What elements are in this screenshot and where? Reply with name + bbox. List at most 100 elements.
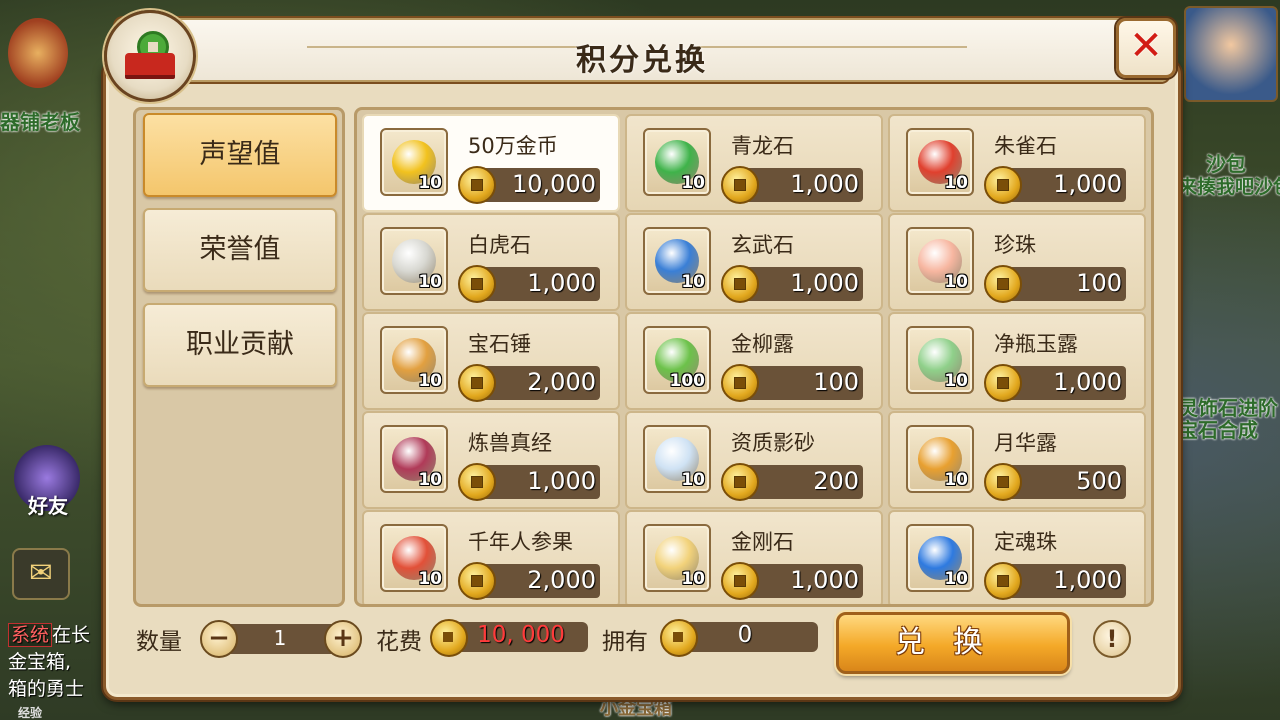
item-card[interactable]: 10 宝石锤 2,000: [362, 312, 620, 410]
player-avatar[interactable]: [1184, 6, 1278, 102]
item-quantity: 10: [418, 569, 442, 589]
chat-icon[interactable]: ✉: [12, 548, 70, 600]
item-name: 50万金币: [468, 134, 558, 158]
coin-icon: [984, 166, 1022, 204]
info-button[interactable]: !: [1093, 620, 1131, 658]
item-card[interactable]: 10 炼兽真经 1,000: [362, 411, 620, 509]
item-icon-frame: 10: [643, 227, 711, 295]
coin-icon: [984, 364, 1022, 402]
item-card[interactable]: 10 50万金币 10,000: [362, 114, 620, 212]
quantity-minus-button[interactable]: −: [200, 620, 238, 658]
exchange-button[interactable]: 兑换: [836, 612, 1070, 674]
chat-log: 系统 在长 金宝箱, 箱的勇士: [8, 622, 90, 703]
tab-honor[interactable]: 荣誉值: [143, 208, 337, 292]
cost-value: 10, 000: [477, 622, 565, 648]
item-quantity: 10: [944, 371, 968, 391]
item-card[interactable]: 10 定魂珠 1,000: [888, 510, 1146, 604]
item-quantity: 10: [418, 272, 442, 292]
coin-icon: [721, 364, 759, 402]
item-card[interactable]: 10 金刚石 1,000: [625, 510, 883, 604]
chat-text-2: 金宝箱,: [8, 651, 72, 673]
item-quantity: 10: [418, 470, 442, 490]
owned-coin-icon: [660, 619, 698, 657]
item-card[interactable]: 10 朱雀石 1,000: [888, 114, 1146, 212]
item-card[interactable]: 10 资质影砂 200: [625, 411, 883, 509]
item-price: 500: [1076, 467, 1122, 495]
item-price: 1,000: [527, 467, 596, 495]
panel-title: 积分兑换: [576, 43, 708, 78]
npc-shopkeeper-avatar[interactable]: [8, 18, 68, 88]
coin-icon: [984, 265, 1022, 303]
item-price: 1,000: [1053, 566, 1122, 594]
item-icon-frame: 100: [643, 326, 711, 394]
coin-icon: [984, 562, 1022, 600]
npc-shopkeeper-label: 器铺老板: [0, 110, 80, 134]
item-card[interactable]: 10 珍珠 100: [888, 213, 1146, 311]
item-grid[interactable]: 10 50万金币 10,000 10 青龙石 1,000 10 朱雀石 1,000 10 白虎石 1,…: [354, 107, 1154, 607]
item-quantity: 10: [681, 173, 705, 193]
coin-icon: [721, 562, 759, 600]
category-sidebar: 声望值 荣誉值 职业贡献: [133, 107, 345, 607]
item-card[interactable]: 10 白虎石 1,000: [362, 213, 620, 311]
item-price: 2,000: [527, 566, 596, 594]
item-icon-frame: 10: [643, 425, 711, 493]
item-icon-frame: 10: [906, 425, 974, 493]
item-card[interactable]: 100 金柳露 100: [625, 312, 883, 410]
npc-sandbag-subtitle: 来揍我吧沙包: [1178, 176, 1280, 198]
item-card[interactable]: 10 月华露 500: [888, 411, 1146, 509]
item-price: 1,000: [527, 269, 596, 297]
item-quantity: 10: [681, 272, 705, 292]
shop-emblem-icon: [104, 10, 196, 102]
item-price: 200: [813, 467, 859, 495]
coin-icon: [458, 463, 496, 501]
coin-icon: [721, 265, 759, 303]
item-quantity: 10: [944, 272, 968, 292]
hint-gem-synthesis[interactable]: 宝石合成: [1178, 414, 1258, 443]
item-name: 千年人参果: [468, 530, 573, 554]
coin-icon: [458, 364, 496, 402]
item-price: 1,000: [1053, 170, 1122, 198]
item-icon-frame: 10: [380, 227, 448, 295]
item-card[interactable]: 10 净瓶玉露 1,000: [888, 312, 1146, 410]
panel-titlebar: 积分兑换: [115, 18, 1169, 82]
item-name: 玄武石: [731, 233, 794, 257]
quantity-value[interactable]: 1: [262, 626, 298, 650]
coin-icon: [458, 166, 496, 204]
coin-icon: [458, 562, 496, 600]
item-icon-frame: 10: [380, 326, 448, 394]
item-quantity: 10: [418, 173, 442, 193]
item-price: 1,000: [790, 170, 859, 198]
coin-icon: [984, 463, 1022, 501]
quantity-plus-button[interactable]: +: [324, 620, 362, 658]
item-name: 资质影砂: [731, 431, 815, 455]
coin-icon: [458, 265, 496, 303]
item-quantity: 10: [418, 371, 442, 391]
item-name: 金刚石: [731, 530, 794, 554]
item-price: 100: [813, 368, 859, 396]
item-name: 宝石锤: [468, 332, 531, 356]
item-price: 1,000: [1053, 368, 1122, 396]
close-button[interactable]: ✕: [1116, 18, 1176, 78]
quantity-label: 数量: [136, 629, 182, 655]
item-card[interactable]: 10 千年人参果 2,000: [362, 510, 620, 604]
chat-text-1: 在长: [52, 624, 91, 646]
chat-system-tag: 系统: [8, 623, 53, 647]
item-price: 1,000: [790, 269, 859, 297]
chat-text-3: 箱的勇士: [8, 678, 85, 700]
item-icon-frame: 10: [906, 524, 974, 592]
item-icon-frame: 10: [906, 227, 974, 295]
item-icon-frame: 10: [906, 326, 974, 394]
item-card[interactable]: 10 玄武石 1,000: [625, 213, 883, 311]
item-icon-frame: 10: [906, 128, 974, 196]
item-price: 1,000: [790, 566, 859, 594]
item-icon-frame: 10: [380, 425, 448, 493]
close-icon: ✕: [1129, 23, 1163, 69]
tab-reputation[interactable]: 声望值: [143, 113, 337, 197]
item-quantity: 10: [944, 569, 968, 589]
tab-profession-contribution[interactable]: 职业贡献: [143, 303, 337, 387]
item-card[interactable]: 10 青龙石 1,000: [625, 114, 883, 212]
item-icon-frame: 10: [643, 524, 711, 592]
owned-value: 0: [737, 622, 753, 648]
item-icon-frame: 10: [643, 128, 711, 196]
item-name: 白虎石: [468, 233, 531, 257]
